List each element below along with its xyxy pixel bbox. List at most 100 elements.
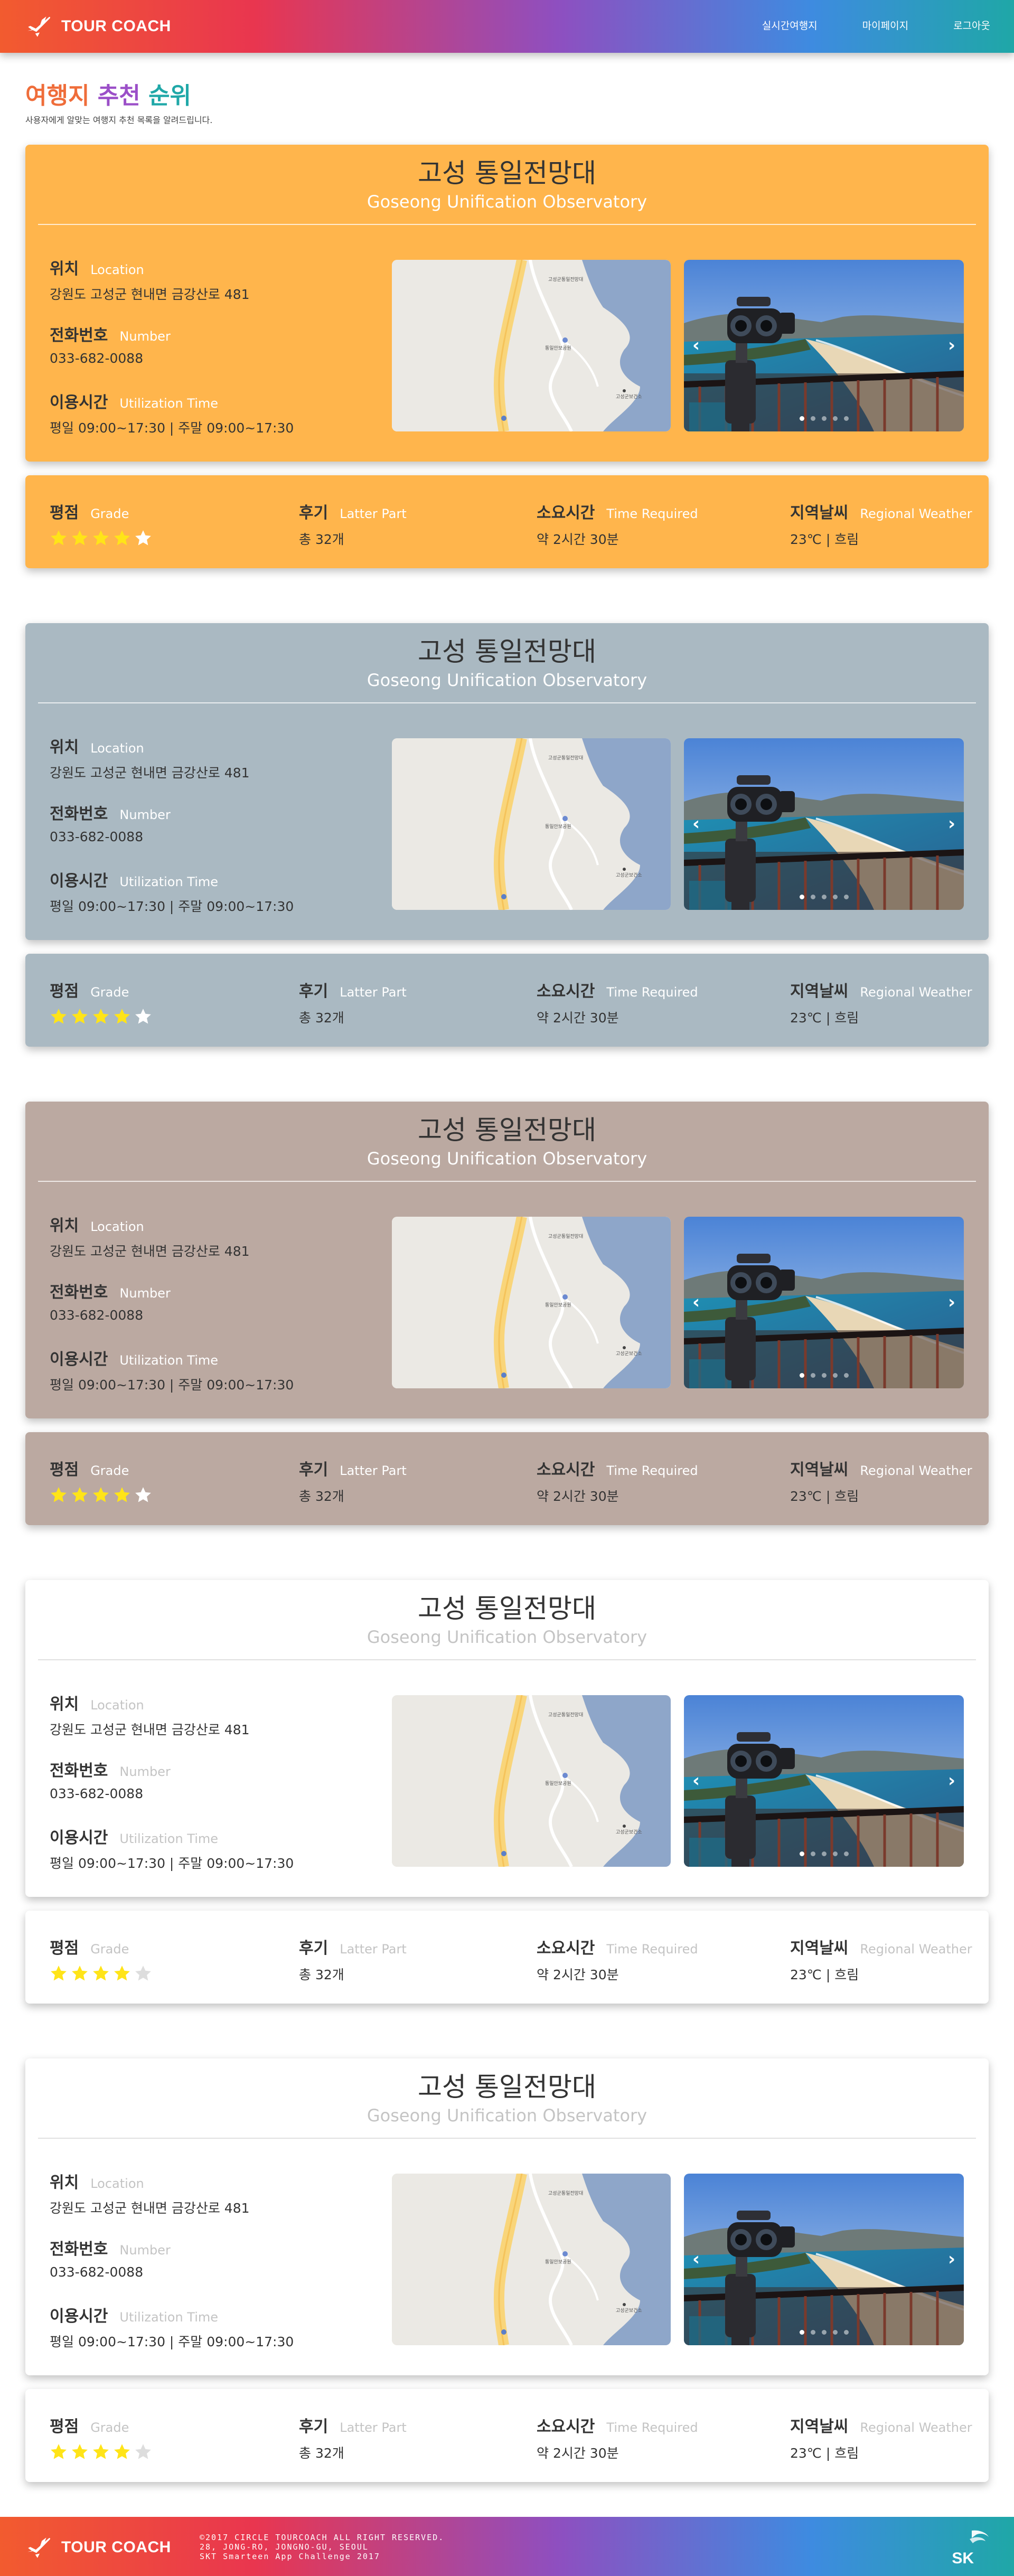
time-required-label-en: Time Required xyxy=(606,1463,698,1478)
chevron-right-icon[interactable]: › xyxy=(944,1292,960,1313)
carousel-dots xyxy=(684,1851,964,1856)
carousel-dot[interactable] xyxy=(843,895,849,899)
carousel-dot[interactable] xyxy=(821,1373,827,1378)
phone-number-info: 전화번호 Number 033-682-0088 xyxy=(50,1279,367,1323)
star-filled-icon xyxy=(114,530,130,546)
reviews-label-en: Latter Part xyxy=(340,1942,407,1957)
carousel-dot[interactable] xyxy=(821,895,827,899)
chevron-right-icon[interactable]: › xyxy=(944,813,960,834)
carousel-dot[interactable] xyxy=(810,2330,815,2335)
carousel-dot[interactable] xyxy=(821,416,827,421)
stats-card: 평점 Grade 후기 Latter Part 총 32개 소요시간 Time Requir… xyxy=(25,954,989,1047)
location-label: 위치 Location xyxy=(50,1212,367,1236)
photo-carousel[interactable]: ‹ › xyxy=(684,738,964,910)
svg-text:고성군통일전망대: 고성군통일전망대 xyxy=(548,1234,583,1239)
nav-logout[interactable]: 로그아웃 xyxy=(953,18,990,32)
location-map[interactable]: 고성군통일전망대 통일안보공원 고성군보건소 xyxy=(392,1695,671,1867)
reviews-label-en: Latter Part xyxy=(340,1463,407,1478)
carousel-dot[interactable] xyxy=(799,2330,804,2335)
carousel-dot[interactable] xyxy=(832,1851,838,1856)
phone-number-label-en: Number xyxy=(119,2243,171,2258)
carousel-dot[interactable] xyxy=(810,895,815,899)
chevron-right-icon[interactable]: › xyxy=(944,335,960,356)
location-label-en: Location xyxy=(90,262,144,277)
utilization-time-value: 평일 09:00~17:30 | 주말 09:00~17:30 xyxy=(50,1856,294,1871)
destination-card[interactable]: 고성 통일전망대 Goseong Unification Observatory 위… xyxy=(25,1102,989,1418)
location-map[interactable]: 고성군통일전망대 통일안보공원 고성군보건소 xyxy=(392,1217,671,1388)
photo-carousel[interactable]: ‹ › xyxy=(684,1695,964,1867)
destination-card[interactable]: 고성 통일전망대 Goseong Unification Observatory 위… xyxy=(25,145,989,462)
phone-number-value: 033-682-0088 xyxy=(50,829,144,844)
location-value: 강원도 고성군 현내면 금강산로 481 xyxy=(50,2201,250,2216)
regional-weather-value: 23℃ | 흐림 xyxy=(790,532,859,547)
chevron-right-icon[interactable]: › xyxy=(944,2249,960,2270)
carousel-dot[interactable] xyxy=(799,895,804,899)
recommendation-card: 고성 통일전망대 Goseong Unification Observatory 위… xyxy=(25,623,989,1047)
destination-name-en: Goseong Unification Observatory xyxy=(367,1627,647,1647)
chevron-left-icon[interactable]: ‹ xyxy=(688,2249,704,2270)
destination-card[interactable]: 고성 통일전망대 Goseong Unification Observatory 위… xyxy=(25,1580,989,1897)
time-required-label-en: Time Required xyxy=(606,506,698,521)
photo-carousel[interactable]: ‹ › xyxy=(684,2174,964,2345)
phone-number-value: 033-682-0088 xyxy=(50,1308,144,1323)
carousel-dot[interactable] xyxy=(843,2330,849,2335)
carousel-dot[interactable] xyxy=(821,1851,827,1856)
carousel-dot[interactable] xyxy=(832,2330,838,2335)
svg-text:통일안보공원: 통일안보공원 xyxy=(545,1781,571,1787)
footer-brand-name: TOUR COACH xyxy=(61,2539,171,2556)
grade-label-ko: 평점 xyxy=(50,1939,79,1958)
utilization-time-value: 평일 09:00~17:30 | 주말 09:00~17:30 xyxy=(50,1377,294,1393)
phone-number-label: 전화번호 Number xyxy=(50,801,367,824)
chevron-left-icon[interactable]: ‹ xyxy=(688,1292,704,1313)
location-map[interactable]: 고성군통일전망대 통일안보공원 고성군보건소 xyxy=(392,738,671,910)
sk-logo-text: SK xyxy=(952,2550,974,2567)
star-filled-icon xyxy=(93,1009,109,1024)
star-filled-icon xyxy=(51,1487,67,1502)
carousel-dot[interactable] xyxy=(799,416,804,421)
nav-realtime-destinations[interactable]: 실시간여행지 xyxy=(762,18,818,32)
carousel-dot[interactable] xyxy=(821,2330,827,2335)
photo-carousel[interactable]: ‹ › xyxy=(684,260,964,431)
location-map[interactable]: 고성군통일전망대 통일안보공원 고성군보건소 xyxy=(392,2174,671,2345)
carousel-dot[interactable] xyxy=(843,416,849,421)
utilization-time-info: 이용시간 Utilization Time 평일 09:00~17:30 | 주말 … xyxy=(50,1825,367,1872)
destination-card[interactable]: 고성 통일전망대 Goseong Unification Observatory 위… xyxy=(25,2058,989,2375)
chevron-left-icon[interactable]: ‹ xyxy=(688,1770,704,1791)
page-title-part3: 순위 xyxy=(148,82,192,109)
carousel-dots xyxy=(684,895,964,899)
carousel-dot[interactable] xyxy=(810,416,815,421)
carousel-dot[interactable] xyxy=(810,1373,815,1378)
carousel-dot[interactable] xyxy=(799,1851,804,1856)
phone-number-info: 전화번호 Number 033-682-0088 xyxy=(50,322,367,366)
utilization-time-label-en: Utilization Time xyxy=(119,2310,219,2325)
time-required-label-en: Time Required xyxy=(606,1942,698,1957)
time-required-label-ko: 소요시간 xyxy=(537,982,595,1001)
reviews-value: 총 32개 xyxy=(299,532,344,547)
chevron-left-icon[interactable]: ‹ xyxy=(688,335,704,356)
stats-card: 평점 Grade 후기 Latter Part 총 32개 소요시간 Time Requir… xyxy=(25,1911,989,2004)
carousel-dot[interactable] xyxy=(843,1373,849,1378)
carousel-dot[interactable] xyxy=(843,1851,849,1856)
brand-logo-link[interactable]: TOUR COACH xyxy=(25,14,171,39)
chevron-left-icon[interactable]: ‹ xyxy=(688,813,704,834)
star-filled-icon xyxy=(114,1487,130,1502)
chevron-right-icon[interactable]: › xyxy=(944,1770,960,1791)
nav-my-page[interactable]: 마이페이지 xyxy=(862,18,908,32)
carousel-dot[interactable] xyxy=(832,416,838,421)
location-map[interactable]: 고성군통일전망대 통일안보공원 고성군보건소 xyxy=(392,260,671,431)
carousel-dot[interactable] xyxy=(832,895,838,899)
time-required-label-en: Time Required xyxy=(606,2420,698,2435)
star-rating xyxy=(50,1964,155,1982)
photo-carousel[interactable]: ‹ › xyxy=(684,1217,964,1388)
carousel-dot[interactable] xyxy=(810,1851,815,1856)
carousel-dot[interactable] xyxy=(832,1373,838,1378)
carousel-dot[interactable] xyxy=(799,1373,804,1378)
star-filled-icon xyxy=(72,2444,88,2459)
star-rating xyxy=(50,1008,155,1026)
star-filled-icon xyxy=(72,530,88,546)
reviews-label-en: Latter Part xyxy=(340,506,407,521)
destination-card[interactable]: 고성 통일전망대 Goseong Unification Observatory 위… xyxy=(25,623,989,940)
phone-number-label-ko: 전화번호 xyxy=(50,326,108,345)
page-title-part1: 여행지 xyxy=(25,82,90,109)
phone-number-value: 033-682-0088 xyxy=(50,351,144,366)
